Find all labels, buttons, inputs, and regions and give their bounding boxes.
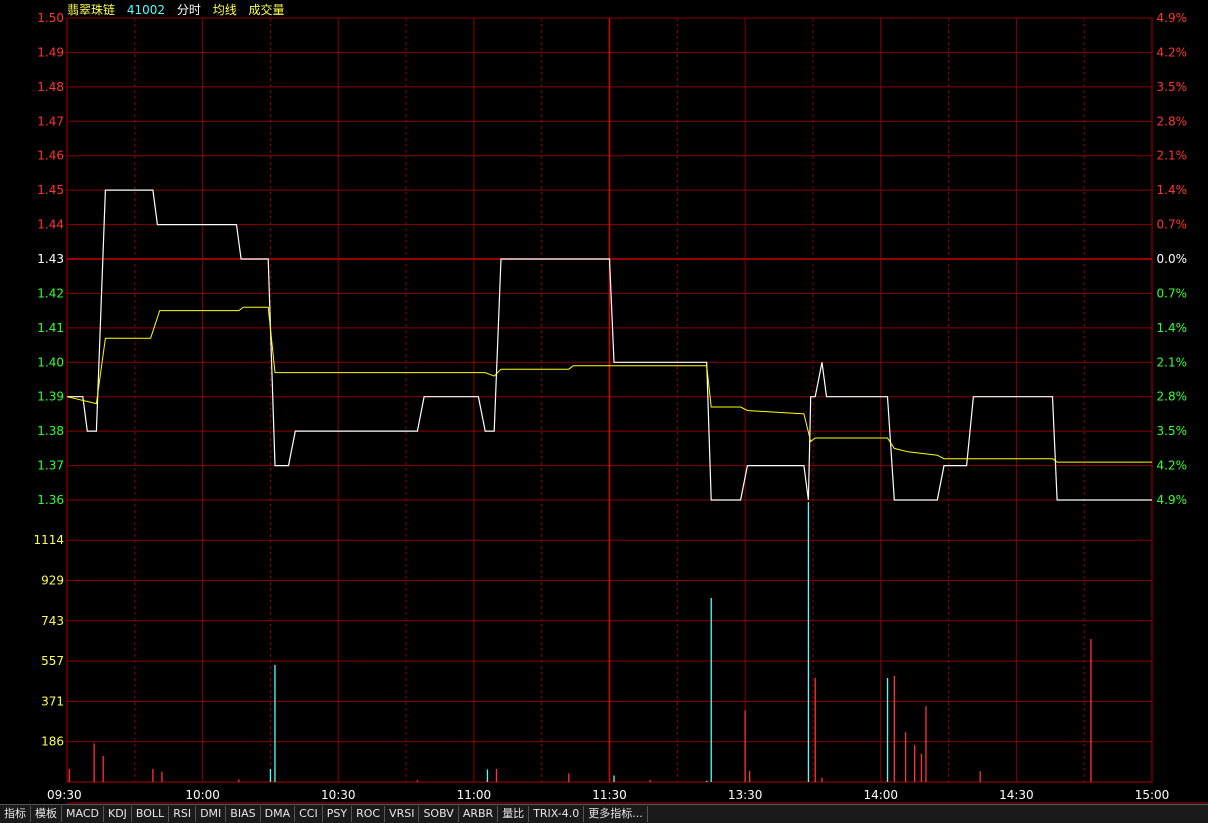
indicator-tab[interactable]: TRIX-4.0 — [529, 806, 585, 822]
price-tick-label: 1.46 — [37, 149, 64, 163]
pct-tick-label: 0.7% — [1157, 218, 1188, 232]
indicator-tab[interactable]: ARBR — [459, 806, 499, 822]
pct-tick-label: 4.2% — [1157, 459, 1188, 473]
price-tick-label: 1.47 — [37, 114, 64, 128]
indicator-tab[interactable]: 模板 — [31, 806, 62, 822]
time-tick-label: 15:00 — [1135, 788, 1170, 802]
volume-tick-label: 743 — [41, 614, 64, 628]
pct-tick-label: 1.4% — [1157, 183, 1188, 197]
indicator-tab[interactable]: PSY — [323, 806, 353, 822]
price-tick-label: 1.48 — [37, 80, 64, 94]
indicator-tab[interactable]: KDJ — [104, 806, 132, 822]
volume-tick-label: 929 — [41, 574, 64, 588]
time-tick-label: 11:30 — [592, 788, 627, 802]
indicator-tab[interactable]: BOLL — [132, 806, 170, 822]
pct-tick-label: 2.8% — [1157, 114, 1188, 128]
pct-tick-label: 4.9% — [1157, 493, 1188, 507]
time-tick-label: 13:30 — [728, 788, 763, 802]
indicator-tab[interactable]: SOBV — [419, 806, 459, 822]
price-tick-label: 1.40 — [37, 355, 64, 369]
price-tick-label: 1.39 — [37, 390, 64, 404]
pct-tick-label: 0.0% — [1157, 252, 1188, 266]
price-tick-label: 1.37 — [37, 459, 64, 473]
pct-tick-label: 1.4% — [1157, 321, 1188, 335]
pct-tick-label: 2.1% — [1157, 149, 1188, 163]
indicator-tab[interactable]: 更多指标... — [584, 806, 648, 822]
intraday-chart[interactable]: 翡翠珠链 41002 分时 均线 成交量 1.50 4.9% 1.49 4.2% 1.4… — [0, 0, 1208, 822]
price-tick-label: 1.50 — [37, 11, 64, 25]
time-tick-label: 10:30 — [321, 788, 356, 802]
price-tick-label: 1.44 — [37, 218, 64, 232]
price-tick-label: 1.45 — [37, 183, 64, 197]
pct-tick-label: 0.7% — [1157, 286, 1188, 300]
price-tick-label: 1.41 — [37, 321, 64, 335]
volume-tick-label: 186 — [41, 735, 64, 749]
time-tick-label: 14:00 — [863, 788, 898, 802]
price-tick-label: 1.49 — [37, 45, 64, 59]
time-tick-label: 14:30 — [999, 788, 1034, 802]
indicator-tab[interactable]: RSI — [169, 806, 197, 822]
time-tick-label: 10:00 — [185, 788, 220, 802]
chart-canvas[interactable]: 1.50 4.9% 1.49 4.2% 1.48 3.5% 1.47 2.8% 1.46 2.1%… — [0, 0, 1208, 804]
indicator-tab[interactable]: CCI — [295, 806, 323, 822]
indicator-tab[interactable]: MACD — [62, 806, 104, 822]
pct-tick-label: 2.1% — [1157, 355, 1188, 369]
indicator-tab[interactable]: 量比 — [498, 806, 530, 822]
indicator-tab[interactable]: DMI — [196, 806, 227, 822]
indicator-tab[interactable]: VRSI — [385, 806, 420, 822]
price-tick-label: 1.38 — [37, 424, 64, 438]
time-tick-label: 09:30 — [47, 788, 82, 802]
price-tick-label: 1.43 — [37, 252, 64, 266]
price-tick-label: 1.36 — [37, 493, 64, 507]
pct-tick-label: 4.9% — [1157, 11, 1188, 25]
pct-tick-label: 3.5% — [1157, 80, 1188, 94]
indicator-tab[interactable]: ROC — [352, 806, 386, 822]
price-tick-label: 1.42 — [37, 286, 64, 300]
volume-tick-label: 1114 — [33, 533, 64, 547]
volume-tick-label: 371 — [41, 694, 64, 708]
indicator-tab[interactable]: BIAS — [226, 806, 261, 822]
pct-tick-label: 3.5% — [1157, 424, 1188, 438]
indicator-tab[interactable]: DMA — [261, 806, 296, 822]
pct-tick-label: 4.2% — [1157, 45, 1188, 59]
pct-tick-label: 2.8% — [1157, 390, 1188, 404]
time-tick-label: 11:00 — [457, 788, 492, 802]
indicator-tab-bar: 指标 模板 MACD KDJ BOLL RSI DMI BIAS DMA CCI PSY ROC VRS… — [0, 804, 1208, 823]
volume-tick-label: 557 — [41, 654, 64, 668]
indicator-tab[interactable]: 指标 — [0, 806, 31, 822]
